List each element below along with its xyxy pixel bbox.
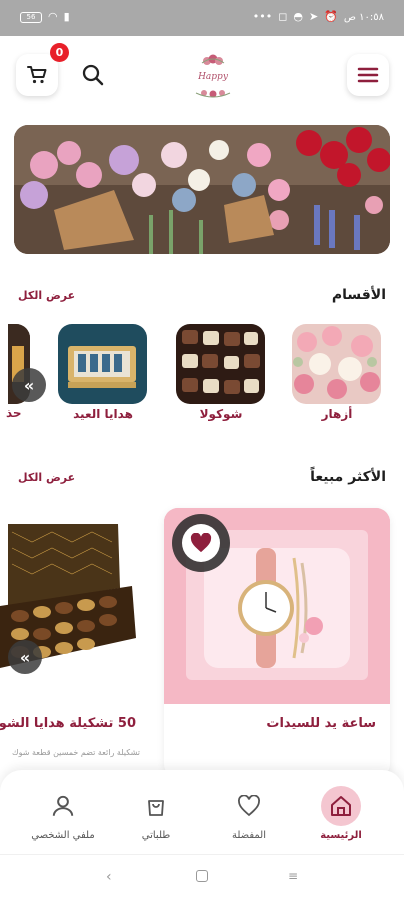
heart-icon: [190, 533, 212, 553]
nav-profile-label: ملفي الشخصي: [31, 830, 95, 841]
bottom-navigation: الرئيسية المفضلة طلباتي ملفي الشخصي: [0, 770, 404, 854]
svg-text:Happy: Happy: [197, 72, 229, 82]
category-chocolate-image: [176, 324, 265, 404]
instagram-icon: ◻: [278, 10, 288, 23]
double-chevron-icon: «: [23, 375, 35, 395]
flowers-banner-image: [14, 125, 390, 254]
category-partial-label: حذ: [6, 406, 22, 420]
battery-icon: 56: [20, 11, 42, 23]
nav-orders[interactable]: طلباتي: [111, 786, 201, 841]
category-flowers-label: أزهار: [321, 407, 353, 421]
more-notifications-icon: •••: [252, 10, 273, 23]
product-description: تشكيلة رائعة تضم خمسين قطعة شوك: [12, 748, 140, 757]
cart-count-badge: 0: [50, 43, 69, 62]
battery-level: 56: [26, 12, 36, 21]
alarm-icon: ⏰: [324, 10, 338, 23]
hamburger-menu-icon: [357, 67, 379, 83]
product-chocolate-image: «: [0, 508, 150, 704]
search-button[interactable]: [80, 62, 106, 88]
favorite-button[interactable]: [172, 514, 230, 572]
best-sellers-see-all-link[interactable]: عرض الكل: [18, 471, 75, 484]
system-navigation-bar: ‹ ≡: [0, 854, 404, 900]
menu-button[interactable]: [347, 54, 389, 96]
heart-outline-icon: [229, 786, 269, 826]
product-watch-image: [164, 508, 390, 704]
product-name: 50 تشكيلة هدايا الشو...: [0, 716, 136, 731]
recents-icon[interactable]: ≡: [288, 869, 298, 883]
bag-icon: [136, 786, 176, 826]
categories-see-all-link[interactable]: عرض الكل: [18, 289, 75, 302]
nav-profile[interactable]: ملفي الشخصي: [18, 786, 108, 841]
home-square-icon[interactable]: [196, 870, 208, 882]
category-eid-gifts-label: هدايا العيد: [73, 407, 133, 421]
category-eid-gifts[interactable]: هدايا العيد: [58, 324, 148, 421]
promo-banner[interactable]: [14, 125, 390, 254]
cart-icon: [27, 66, 47, 84]
nav-favorites-label: المفضلة: [231, 830, 266, 841]
category-chocolate[interactable]: شوكولا: [176, 324, 266, 421]
category-chocolate-label: شوكولا: [199, 407, 243, 421]
nav-orders-label: طلباتي: [141, 830, 171, 841]
category-flowers[interactable]: أزهار: [292, 324, 382, 421]
user-icon: [43, 786, 83, 826]
telegram-icon: ➤: [308, 10, 319, 23]
status-bar: 56 ◠ ▮ ••• ◻ ◓ ➤ ⏰ ١٠:٥٨ ص: [0, 0, 404, 36]
cart-button[interactable]: [16, 54, 58, 96]
home-icon: [321, 786, 361, 826]
wifi-icon: ◠: [48, 10, 58, 23]
back-icon[interactable]: ‹: [106, 869, 112, 885]
search-icon: [82, 64, 104, 86]
category-flowers-image: [292, 324, 381, 404]
categories-title: الأقسام: [331, 287, 386, 303]
double-chevron-icon: «: [19, 647, 31, 667]
clock: ١٠:٥٨ ص: [343, 11, 384, 23]
nav-home-label: الرئيسية: [320, 830, 362, 841]
product-card-watch[interactable]: ساعة يد للسيدات: [164, 508, 390, 778]
nav-home[interactable]: الرئيسية: [296, 786, 386, 841]
categories-scroll-button[interactable]: «: [12, 368, 46, 402]
app-logo: Happy: [186, 50, 240, 104]
best-sellers-title: الأكثر مبيعاً: [310, 469, 386, 485]
signal-icon: ▮: [63, 10, 70, 23]
category-eid-gifts-image: [58, 324, 147, 404]
product-card-chocolate[interactable]: « 50 تشكيلة هدايا الشو... تشكيلة رائعة ت…: [0, 508, 150, 778]
products-scroll-button[interactable]: «: [8, 640, 42, 674]
product-name: ساعة يد للسيدات: [266, 716, 376, 731]
nav-favorites[interactable]: المفضلة: [204, 786, 294, 841]
message-icon: ◓: [293, 10, 303, 23]
